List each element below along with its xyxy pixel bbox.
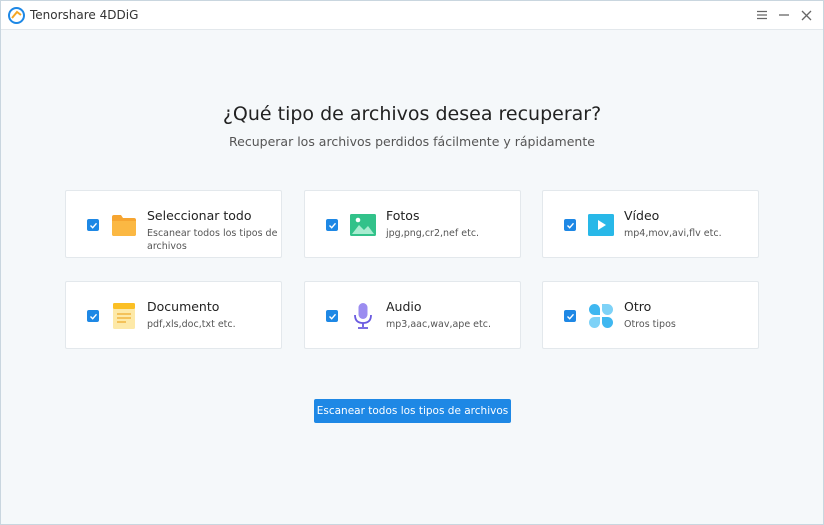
card-title: Seleccionar todo	[147, 208, 252, 223]
checkbox[interactable]	[564, 219, 576, 231]
document-icon	[113, 303, 135, 329]
checkbox[interactable]	[326, 310, 338, 322]
card-description: Escanear todos los tipos de archivos	[147, 228, 278, 252]
page-title: ¿Qué tipo de archivos desea recuperar?	[222, 103, 602, 125]
card-description: mp4,mov,avi,flv etc.	[624, 228, 722, 239]
card-description: pdf,xls,doc,txt etc.	[147, 319, 236, 330]
close-icon[interactable]	[797, 6, 815, 24]
other-files-icon	[589, 304, 613, 328]
file-type-card-document[interactable]: Documento pdf,xls,doc,txt etc.	[65, 281, 282, 349]
minimize-icon[interactable]	[775, 6, 793, 24]
menu-icon[interactable]	[753, 6, 771, 24]
card-title: Vídeo	[624, 208, 660, 223]
card-title: Otro	[624, 299, 652, 314]
file-type-card-select-all[interactable]: Seleccionar todo Escanear todos los tipo…	[65, 190, 282, 258]
file-type-card-audio[interactable]: Audio mp3,aac,wav,ape etc.	[304, 281, 521, 349]
checkbox[interactable]	[87, 310, 99, 322]
card-description: mp3,aac,wav,ape etc.	[386, 319, 491, 330]
video-icon	[588, 214, 614, 236]
checkbox[interactable]	[326, 219, 338, 231]
folder-icon	[112, 215, 136, 236]
checkbox[interactable]	[87, 219, 99, 231]
card-title: Audio	[386, 299, 422, 314]
file-type-card-photos[interactable]: Fotos jpg,png,cr2,nef etc.	[304, 190, 521, 258]
page-subtitle: Recuperar los archivos perdidos fácilmen…	[229, 134, 595, 149]
photo-icon	[350, 214, 376, 236]
card-description: jpg,png,cr2,nef etc.	[386, 228, 480, 239]
checkbox[interactable]	[564, 310, 576, 322]
microphone-icon	[354, 303, 372, 329]
app-logo-icon	[8, 7, 25, 24]
card-title: Fotos	[386, 208, 420, 223]
app-window: Tenorshare 4DDiG ¿Qué tipo de archivos d…	[0, 0, 824, 525]
file-type-card-other[interactable]: Otro Otros tipos	[542, 281, 759, 349]
card-title: Documento	[147, 299, 220, 314]
scan-all-button[interactable]: Escanear todos los tipos de archivos	[314, 399, 511, 423]
app-title: Tenorshare 4DDiG	[30, 8, 139, 22]
card-description: Otros tipos	[624, 319, 676, 330]
file-type-card-video[interactable]: Vídeo mp4,mov,avi,flv etc.	[542, 190, 759, 258]
title-bar: Tenorshare 4DDiG	[1, 1, 823, 30]
